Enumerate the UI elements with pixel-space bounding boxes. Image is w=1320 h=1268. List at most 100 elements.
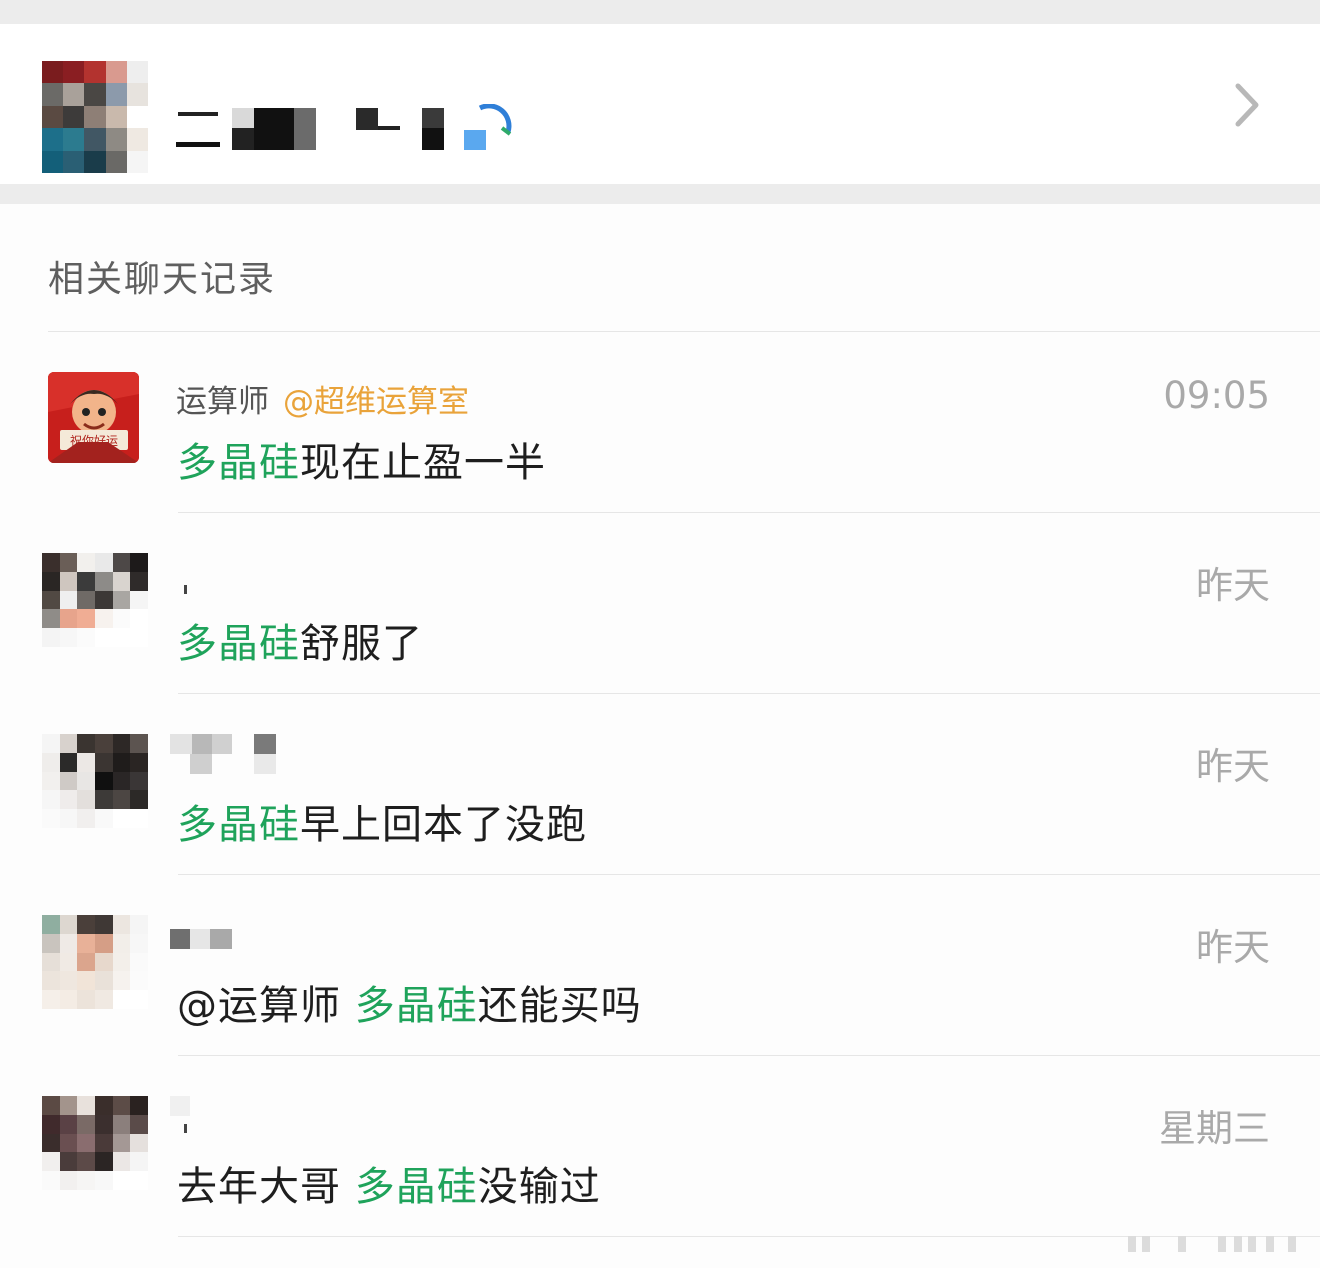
- mosaic-tile: [77, 809, 95, 828]
- mosaic-tile: [112, 1096, 131, 1115]
- mask-block: [176, 142, 220, 147]
- mask-block: [190, 929, 210, 949]
- mosaic-tile: [126, 61, 148, 84]
- section-title: 相关聊天记录: [48, 259, 277, 300]
- mosaic-tile: [130, 734, 148, 753]
- chat-result-item[interactable]: 昨天 多晶硅早上回本了没跑: [0, 694, 1320, 875]
- mosaic-tile: [130, 933, 148, 953]
- chat-result-item[interactable]: 祝你好运 运算师 @超维运算室 09:05 多晶硅现在止盈一半: [0, 332, 1320, 513]
- keyword-highlight: 多晶硅: [354, 1164, 478, 1210]
- mosaic-tile: [77, 971, 95, 991]
- mosaic-tile: [77, 915, 95, 934]
- mosaic-tile: [42, 590, 60, 610]
- sender-line: 运算师 @超维运算室: [176, 376, 469, 421]
- mosaic-tile: [59, 933, 78, 953]
- mosaic-tile: [112, 609, 131, 629]
- keyword-highlight: 多晶硅: [177, 802, 300, 848]
- sender-name: 运算师: [176, 384, 269, 420]
- status-strip: [0, 0, 1320, 24]
- mosaic-tile: [130, 809, 148, 828]
- mosaic-tile: [42, 1096, 60, 1115]
- mosaic-tile: [77, 952, 95, 972]
- mask-block: [170, 1096, 190, 1116]
- chat-result-item[interactable]: 昨天 @运算师 多晶硅还能买吗: [0, 875, 1320, 1056]
- mosaic-tile: [59, 571, 78, 591]
- mosaic-tile: [42, 952, 60, 972]
- mosaic-tile: [112, 752, 131, 772]
- keyword-highlight: 多晶硅: [354, 983, 478, 1029]
- mosaic-tile: [77, 1133, 95, 1153]
- mosaic-tile: [77, 1171, 95, 1190]
- mosaic-tile: [94, 609, 113, 629]
- mosaic-tile: [59, 915, 78, 934]
- message-time: 星期三: [1159, 1107, 1270, 1150]
- mosaic-tile: [77, 933, 95, 953]
- mosaic-tile: [59, 1096, 78, 1115]
- message-time: 昨天: [1196, 926, 1270, 969]
- mosaic-tile: [94, 752, 113, 772]
- mosaic-tile: [94, 1114, 113, 1134]
- mosaic-tile: [130, 990, 148, 1009]
- mosaic-tile: [42, 628, 60, 647]
- mosaic-tile: [59, 752, 78, 772]
- mosaic-tile: [42, 553, 60, 572]
- mosaic-tile: [130, 1152, 148, 1172]
- message-snippet: 去年大哥 多晶硅没输过: [177, 1154, 601, 1212]
- mosaic-tile: [130, 752, 148, 772]
- message-time: 09:05: [1163, 374, 1270, 417]
- chat-result-item[interactable]: 星期三 去年大哥 多晶硅没输过: [0, 1056, 1320, 1237]
- mosaic-tile: [112, 971, 131, 991]
- message-suffix: 舒服了: [300, 621, 423, 667]
- message-time: 昨天: [1196, 745, 1270, 788]
- mosaic-tile: [130, 1171, 148, 1190]
- sender-name-masked: [168, 553, 308, 597]
- mosaic-tile: [112, 790, 131, 810]
- mosaic-tile: [77, 1114, 95, 1134]
- mosaic-tile: [94, 990, 113, 1009]
- mosaic-tile: [77, 609, 95, 629]
- mosaic-tile: [42, 571, 60, 591]
- mosaic-tile: [84, 83, 106, 106]
- mosaic-tile: [59, 1114, 78, 1134]
- mosaic-tile: [94, 809, 113, 828]
- mosaic-tile: [112, 915, 131, 934]
- mosaic-tile: [42, 752, 60, 772]
- mosaic-tile: [94, 571, 113, 591]
- mosaic-tile: [130, 790, 148, 810]
- related-chats-section: 相关聊天记录 祝你好运 运算师 @超维运算室 09:05 多晶硅现在止盈一半 昨…: [0, 204, 1320, 1268]
- mosaic-tile: [126, 128, 148, 151]
- message-suffix: 还能买吗: [477, 983, 642, 1029]
- mosaic-tile: [84, 105, 106, 129]
- message-snippet: 多晶硅现在止盈一半: [177, 430, 546, 488]
- mosaic-tile: [42, 83, 64, 106]
- mosaic-tile: [130, 553, 148, 572]
- mosaic-tile: [77, 752, 95, 772]
- mask-block: [170, 929, 190, 949]
- mosaic-tile: [84, 61, 106, 84]
- mosaic-tile: [94, 771, 113, 791]
- mosaic-tile: [130, 1096, 148, 1115]
- mosaic-tile: [112, 1152, 131, 1172]
- section-gap: [0, 184, 1320, 204]
- mosaic-tile: [77, 990, 95, 1009]
- mosaic-tile: [130, 771, 148, 791]
- sender-name-masked: [168, 1096, 308, 1140]
- mosaic-tile: [112, 628, 131, 647]
- contact-result-row[interactable]: [0, 24, 1320, 184]
- mask-block: [184, 1124, 187, 1133]
- sender-avatar: [42, 734, 148, 828]
- mosaic-tile: [112, 771, 131, 791]
- group-mention: @超维运算室: [283, 384, 469, 420]
- message-snippet: 多晶硅舒服了: [177, 611, 423, 669]
- mosaic-tile: [59, 971, 78, 991]
- chat-result-item[interactable]: 昨天 多晶硅舒服了: [0, 513, 1320, 694]
- chevron-right-icon[interactable]: [1226, 80, 1266, 130]
- mosaic-tile: [94, 933, 113, 953]
- mosaic-tile: [59, 952, 78, 972]
- message-time: 昨天: [1196, 564, 1270, 607]
- mosaic-tile: [77, 1096, 95, 1115]
- mosaic-tile: [59, 734, 78, 753]
- mosaic-tile: [130, 915, 148, 934]
- mosaic-tile: [94, 734, 113, 753]
- mask-block: [422, 108, 444, 128]
